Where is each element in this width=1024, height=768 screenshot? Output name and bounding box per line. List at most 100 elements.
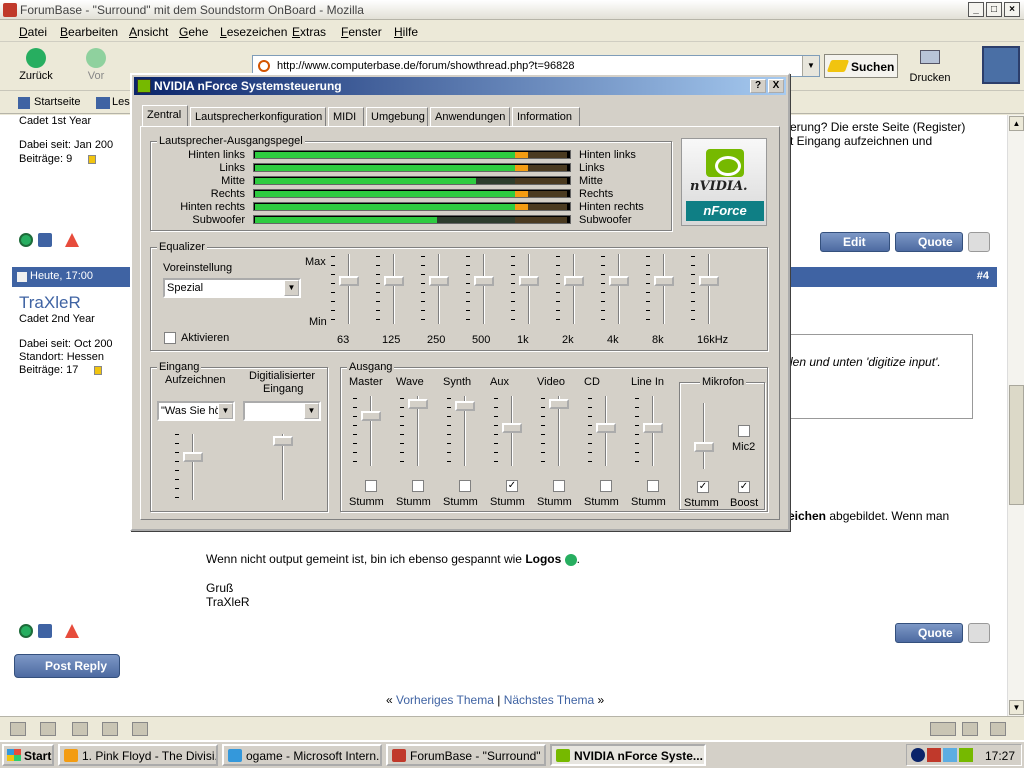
multiquote-icon[interactable] (968, 623, 990, 643)
start-button[interactable]: Start (2, 744, 54, 766)
record-level-slider[interactable] (183, 434, 203, 500)
activate-checkbox[interactable] (164, 332, 176, 344)
menu-lesezeichen[interactable]: Lesezeichen (220, 25, 287, 39)
mic-boost-checkbox[interactable]: ✓ (738, 481, 750, 493)
chevron-down-icon[interactable]: ▼ (218, 403, 233, 419)
url-dropdown-icon[interactable]: ▼ (802, 56, 819, 76)
digitized-level-slider[interactable] (273, 434, 293, 500)
multiquote-icon[interactable] (968, 232, 990, 252)
irc-icon[interactable] (132, 722, 148, 736)
volume-icon[interactable] (943, 748, 957, 762)
task-nvidia[interactable]: NVIDIA nForce Syste... (550, 744, 706, 766)
mail-icon[interactable] (40, 722, 56, 736)
next-thread-link[interactable]: Nächstes Thema (504, 693, 595, 707)
slider-thumb[interactable] (549, 399, 569, 409)
output-level-slider[interactable] (361, 396, 381, 466)
addressbook-icon[interactable] (102, 722, 118, 736)
menu-extras[interactable]: Extras (292, 25, 326, 39)
report-icon[interactable] (65, 233, 79, 247)
bookmark-les[interactable]: Les (112, 96, 130, 108)
slider-thumb[interactable] (339, 276, 359, 286)
slider-thumb[interactable] (384, 276, 404, 286)
chevron-down-icon[interactable]: ▼ (304, 403, 319, 419)
output-level-slider[interactable] (643, 396, 663, 466)
slider-thumb[interactable] (502, 423, 522, 433)
slider-thumb[interactable] (183, 452, 203, 462)
edit-button[interactable]: Edit (820, 232, 890, 252)
task-mozilla[interactable]: ForumBase - "Surround" ... (386, 744, 546, 766)
tab-zentral[interactable]: Zentral (142, 105, 188, 127)
slider-thumb[interactable] (273, 436, 293, 446)
eq-band-slider[interactable] (474, 254, 494, 324)
quote-button[interactable]: Quote (895, 232, 963, 252)
output-level-slider[interactable] (502, 396, 522, 466)
scroll-thumb[interactable] (1009, 385, 1024, 505)
eq-band-slider[interactable] (609, 254, 629, 324)
mic-mute-checkbox[interactable]: ✓ (697, 481, 709, 493)
nvidia-tray-icon[interactable] (959, 748, 973, 762)
chevron-down-icon[interactable]: ▼ (284, 280, 299, 296)
scales-icon[interactable] (38, 624, 52, 638)
scales-icon[interactable] (38, 233, 52, 247)
menu-fenster[interactable]: Fenster (341, 25, 382, 39)
slider-thumb[interactable] (408, 399, 428, 409)
task-winamp[interactable]: 1. Pink Floyd - The Divisi... (58, 744, 218, 766)
eq-band-slider[interactable] (564, 254, 584, 324)
composer-icon[interactable] (72, 722, 88, 736)
bookmark-startseite[interactable]: Startseite (34, 96, 80, 108)
tab-anwendungen[interactable]: Anwendungen (430, 107, 510, 126)
slider-thumb[interactable] (699, 276, 719, 286)
tab-midi[interactable]: MIDI (328, 107, 364, 126)
slider-thumb[interactable] (361, 411, 381, 421)
back-button[interactable]: Zurück (14, 45, 58, 89)
digitized-input-select[interactable]: ▼ (243, 401, 321, 421)
tab-information[interactable]: Information (512, 107, 580, 126)
task-ie[interactable]: ogame - Microsoft Intern... (222, 744, 382, 766)
menu-bearbeiten[interactable]: Bearbeiten (60, 25, 118, 39)
preset-select[interactable]: Spezial ▼ (163, 278, 301, 298)
user2-name[interactable]: TraXleR (19, 293, 81, 313)
eq-band-slider[interactable] (429, 254, 449, 324)
menu-hilfe[interactable]: Hilfe (394, 25, 418, 39)
dialog-close-button[interactable]: X (768, 79, 784, 93)
eq-band-slider[interactable] (519, 254, 539, 324)
help-button[interactable]: ? (750, 79, 766, 93)
mute-checkbox[interactable] (459, 480, 471, 492)
mute-checkbox[interactable] (647, 480, 659, 492)
slider-thumb[interactable] (429, 276, 449, 286)
menu-ansicht[interactable]: Ansicht (129, 25, 168, 39)
tab-lautsprecherkonfiguration[interactable]: Lautsprecherkonfiguration (190, 107, 326, 126)
print-button[interactable]: Drucken (906, 47, 954, 87)
search-button[interactable]: Suchen (824, 54, 898, 78)
output-level-slider[interactable] (408, 396, 428, 466)
scroll-up-icon[interactable]: ▲ (1009, 116, 1024, 131)
tab-umgebung[interactable]: Umgebung (366, 107, 428, 126)
slider-thumb[interactable] (643, 423, 663, 433)
vertical-scrollbar[interactable]: ▲ ▼ (1007, 115, 1024, 716)
post-number[interactable]: #4 (977, 270, 989, 282)
tray-icon[interactable] (911, 748, 925, 762)
minimize-button[interactable]: _ (968, 2, 984, 17)
slider-thumb[interactable] (609, 276, 629, 286)
forward-button[interactable]: Vor (74, 45, 118, 89)
slider-thumb[interactable] (694, 442, 714, 452)
maximize-button[interactable]: □ (986, 2, 1002, 17)
record-source-select[interactable]: "Was Sie hö ▼ (157, 401, 235, 421)
slider-thumb[interactable] (474, 276, 494, 286)
mute-checkbox[interactable] (600, 480, 612, 492)
output-level-slider[interactable] (549, 396, 569, 466)
mic-level-slider[interactable] (694, 403, 714, 469)
slider-thumb[interactable] (596, 423, 616, 433)
mute-checkbox[interactable] (412, 480, 424, 492)
eq-band-slider[interactable] (699, 254, 719, 324)
prev-thread-link[interactable]: Vorheriges Thema (396, 693, 494, 707)
tray-icon[interactable] (927, 748, 941, 762)
eq-band-slider[interactable] (654, 254, 674, 324)
scroll-down-icon[interactable]: ▼ (1009, 700, 1024, 715)
eq-band-slider[interactable] (339, 254, 359, 324)
post-reply-button[interactable]: Post Reply (14, 654, 120, 678)
mic2-checkbox[interactable] (738, 425, 750, 437)
navigator-icon[interactable] (10, 722, 26, 736)
close-button[interactable]: × (1004, 2, 1020, 17)
output-level-slider[interactable] (455, 396, 475, 466)
